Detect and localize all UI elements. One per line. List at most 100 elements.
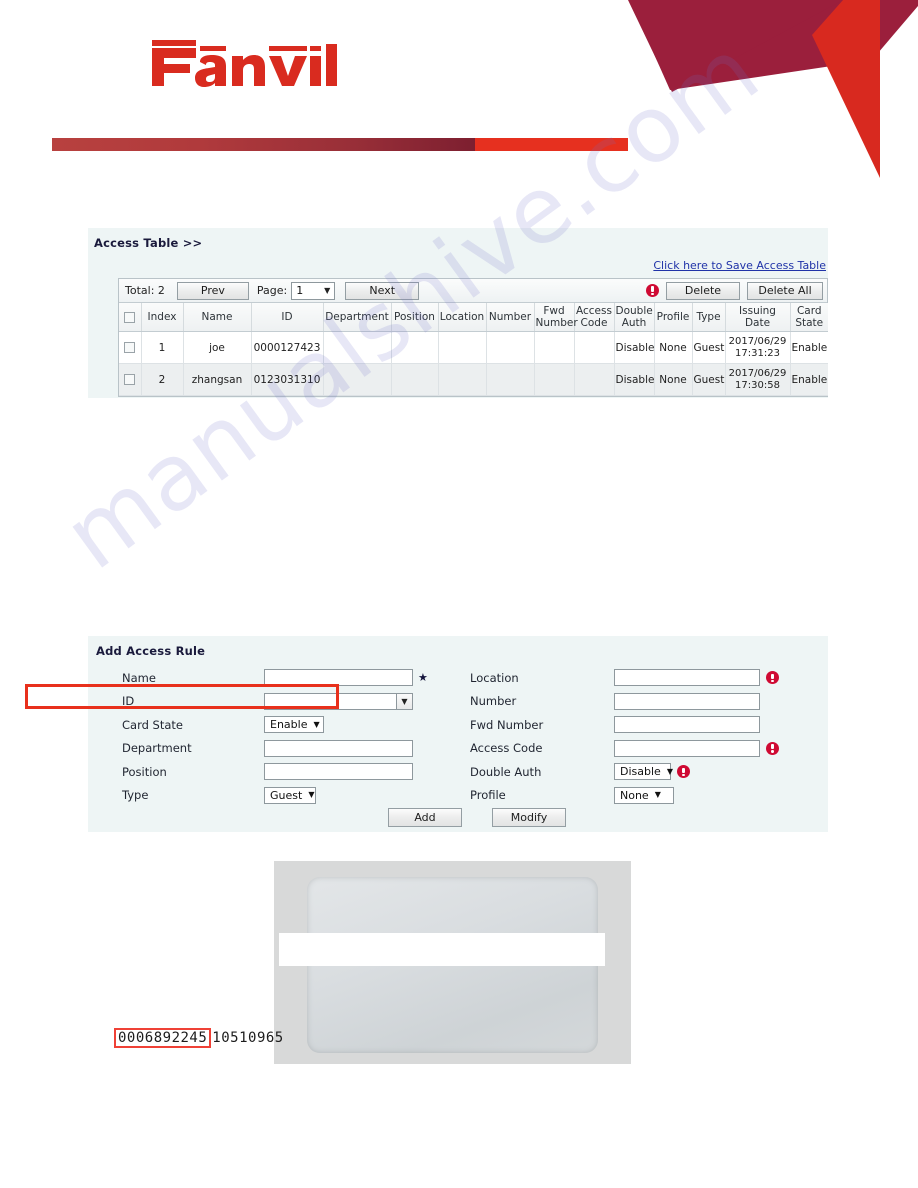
field-row-access-code: Access Code — [470, 737, 800, 761]
cell-id: 0123031310 — [251, 363, 324, 396]
row-checkbox[interactable] — [124, 342, 136, 353]
col-number: Number — [486, 303, 535, 332]
col-double-auth: Double Auth — [614, 303, 655, 332]
required-star-icon: ★ — [418, 671, 428, 685]
cell-location — [438, 363, 487, 396]
col-profile: Profile — [654, 303, 693, 332]
deco-bright-triangle — [812, 0, 880, 178]
number-label: Number — [470, 694, 517, 709]
select-all-checkbox[interactable] — [124, 311, 136, 323]
cell-type: Guest — [692, 331, 726, 364]
cell-department — [323, 363, 392, 396]
field-row-name: Name ★ — [122, 666, 462, 690]
access-table-heading: Access Table >> — [94, 236, 203, 250]
add-button[interactable]: Add — [388, 808, 462, 827]
field-row-id: ID ▼ — [122, 690, 462, 714]
brand-gradient-bar — [52, 138, 628, 151]
help-badge-icon[interactable] — [766, 741, 779, 755]
double-auth-value: Disable — [620, 765, 661, 779]
cell-department — [323, 331, 392, 364]
col-index: Index — [141, 303, 184, 332]
chevron-down-icon: ▼ — [313, 719, 320, 729]
chevron-down-icon: ▼ — [324, 285, 331, 295]
cell-location — [438, 331, 487, 364]
type-select[interactable]: Guest ▼ — [264, 786, 316, 804]
cell-number — [486, 363, 535, 396]
help-badge-icon[interactable] — [677, 765, 690, 779]
field-row-department: Department — [122, 737, 462, 761]
fwd-number-label: Fwd Number — [470, 717, 544, 732]
id-label: ID — [122, 694, 135, 709]
cell-card-state: Enable — [790, 331, 828, 364]
fwd-number-input[interactable] — [614, 716, 760, 734]
name-input[interactable] — [264, 669, 413, 687]
cell-type: Guest — [692, 363, 726, 396]
access-table-header-row: Index Name ID Department Position Locati… — [119, 303, 828, 332]
field-row-profile: Profile None ▼ — [470, 784, 800, 808]
position-label: Position — [122, 764, 167, 779]
cell-name: zhangsan — [183, 363, 252, 396]
chevron-down-icon: ▼ — [308, 790, 315, 800]
cell-profile: None — [654, 331, 693, 364]
add-access-rule-panel: Add Access Rule Name ★ ID ▼ Card State E… — [88, 636, 828, 832]
number-input[interactable] — [614, 692, 760, 710]
rule-form-actions: Add Modify — [388, 808, 566, 827]
rfid-card-photo — [274, 861, 631, 1064]
position-input[interactable] — [264, 763, 413, 781]
issuing-date-day: 2017/06/29 — [728, 335, 787, 347]
field-row-fwd-number: Fwd Number — [470, 713, 800, 737]
department-input[interactable] — [264, 739, 413, 757]
col-access-code: Access Code — [574, 303, 615, 332]
save-access-table-link[interactable]: Click here to Save Access Table — [653, 259, 826, 272]
field-row-card-state: Card State Enable ▼ — [122, 713, 462, 737]
id-input[interactable] — [265, 694, 396, 709]
field-row-number: Number — [470, 690, 800, 714]
col-type: Type — [692, 303, 726, 332]
cell-name: joe — [183, 331, 252, 364]
cell-issuing-date: 2017/06/29 17:30:58 — [725, 363, 791, 396]
location-label: Location — [470, 670, 519, 685]
issuing-date-day: 2017/06/29 — [728, 367, 787, 379]
table-row[interactable]: 2 zhangsan 0123031310 Disable None Guest… — [119, 363, 828, 396]
delete-button[interactable]: Delete — [666, 281, 740, 300]
table-row[interactable]: 1 joe 0000127423 Disable None Guest 2017… — [119, 331, 828, 364]
next-page-button[interactable]: Next — [345, 281, 420, 300]
card-state-label: Card State — [122, 717, 183, 732]
department-label: Department — [122, 741, 192, 756]
chevron-down-icon[interactable]: ▼ — [396, 693, 412, 709]
profile-label: Profile — [470, 788, 506, 803]
cell-number — [486, 331, 535, 364]
prev-page-button[interactable]: Prev — [176, 281, 249, 300]
location-input[interactable] — [614, 669, 760, 687]
select-all-header — [119, 303, 142, 332]
access-table-container: Total: 2 Prev Page: 1 ▼ Next Delete Dele… — [118, 278, 828, 397]
help-badge-icon[interactable] — [766, 671, 779, 685]
rule-form-right-column: Location Number Fwd Number Access Code D… — [470, 666, 800, 807]
field-row-type: Type Guest ▼ — [122, 784, 462, 808]
card-state-value: Enable — [270, 718, 308, 732]
field-row-position: Position — [122, 760, 462, 784]
cell-index: 2 — [141, 363, 184, 396]
row-checkbox[interactable] — [124, 374, 136, 385]
access-code-input[interactable] — [614, 739, 760, 757]
field-row-location: Location — [470, 666, 800, 690]
deco-dark-polygon-2 — [628, 0, 843, 92]
profile-select[interactable]: None ▼ — [614, 786, 674, 804]
access-code-label: Access Code — [470, 741, 543, 756]
page-number-select[interactable]: 1 ▼ — [291, 281, 336, 300]
page-label: Page: — [256, 284, 288, 297]
row-select-cell — [119, 363, 142, 396]
cell-fwd-number — [534, 363, 575, 396]
modify-button[interactable]: Modify — [492, 808, 566, 827]
id-combo-input[interactable]: ▼ — [264, 692, 413, 710]
card-state-select[interactable]: Enable ▼ — [264, 716, 324, 734]
cell-index: 1 — [141, 331, 184, 364]
type-label: Type — [122, 788, 149, 803]
help-badge-icon[interactable] — [646, 284, 659, 297]
issuing-date-time: 17:30:58 — [735, 379, 780, 391]
double-auth-label: Double Auth — [470, 764, 542, 779]
cell-position — [391, 363, 439, 396]
chevron-down-icon: ▼ — [666, 766, 673, 776]
delete-all-button[interactable]: Delete All — [747, 281, 823, 300]
double-auth-select[interactable]: Disable ▼ — [614, 763, 673, 781]
